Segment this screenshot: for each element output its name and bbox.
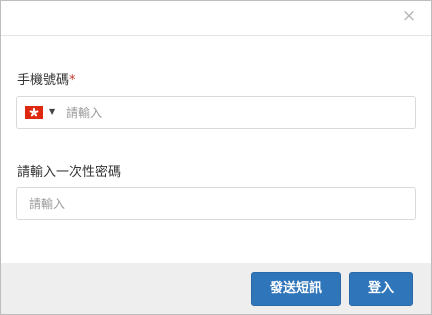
required-mark: * [69,73,76,88]
phone-label-text: 手機號碼 [17,73,70,88]
login-button[interactable]: 登入 [349,272,413,306]
country-dropdown-chevron-down-icon[interactable]: ▼ [49,104,55,120]
phone-number-input[interactable] [66,97,406,128]
hong-kong-flag-icon[interactable] [25,106,43,119]
close-icon[interactable]: × [401,7,417,25]
send-sms-button[interactable]: 發送短訊 [251,272,341,306]
dialog-footer: 發送短訊 登入 [1,263,431,314]
dialog-header: × [1,1,431,36]
phone-field: ▼ [16,96,416,129]
phone-label: 手機號碼* [17,69,76,88]
flag-emblem [29,107,39,117]
otp-label: 請輸入一次性密碼 [17,165,122,180]
otp-field [16,187,416,220]
login-dialog: × 手機號碼* ▼ 請輸入一次性密碼 發送短訊 登入 [0,0,432,315]
otp-input[interactable] [29,188,409,219]
